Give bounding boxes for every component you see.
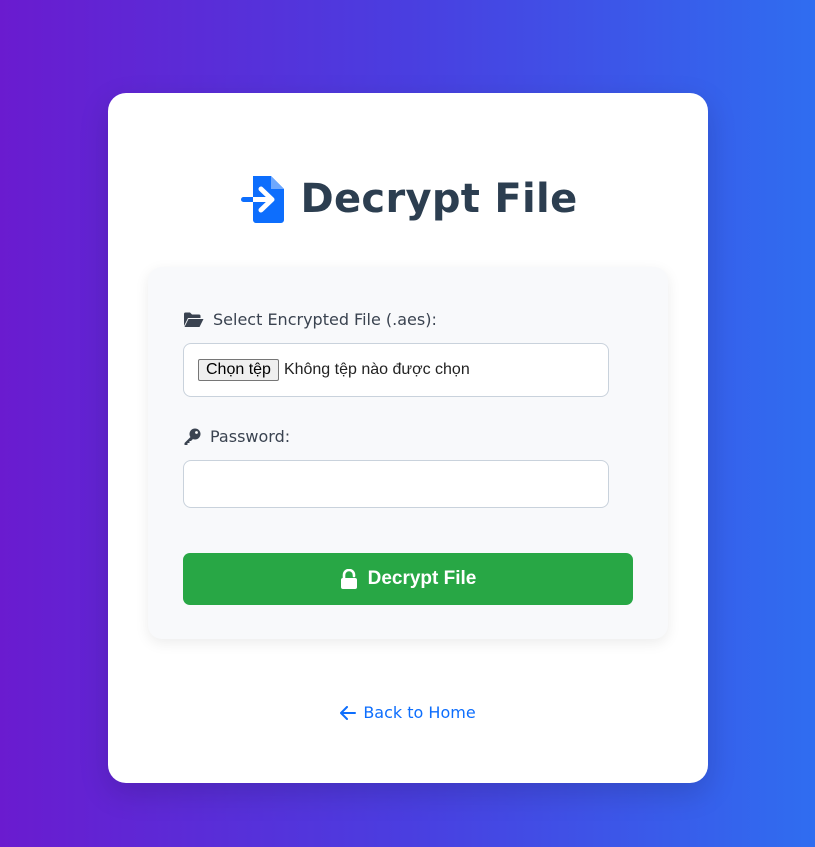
decrypt-button-label: Decrypt File — [367, 568, 477, 589]
decrypt-button[interactable]: Decrypt File — [183, 553, 633, 605]
page-header: Decrypt File — [108, 173, 708, 225]
back-link-label: Back to Home — [363, 703, 476, 722]
file-label-text: Select Encrypted File (.aes): — [213, 310, 437, 329]
choose-file-button[interactable]: Chọn tệp — [198, 359, 279, 381]
password-label-text: Password: — [210, 427, 291, 446]
page-title: Decrypt File — [300, 176, 578, 222]
folder-open-icon — [184, 312, 204, 327]
file-field-label: Select Encrypted File (.aes): — [183, 310, 437, 329]
key-icon — [184, 428, 201, 445]
arrow-left-icon — [340, 705, 357, 720]
decrypt-form: Select Encrypted File (.aes): Chọn tệp K… — [148, 267, 668, 639]
file-import-icon — [240, 176, 284, 223]
unlock-icon — [340, 569, 357, 589]
back-to-home-link[interactable]: Back to Home — [108, 703, 708, 722]
file-status-text: Không tệp nào được chọn — [283, 361, 470, 378]
password-input[interactable] — [183, 460, 609, 508]
password-field-label: Password: — [183, 427, 290, 446]
decrypt-card: Decrypt File Select Encrypted File (.aes… — [108, 93, 708, 783]
file-input[interactable]: Chọn tệp Không tệp nào được chọn — [183, 343, 609, 397]
